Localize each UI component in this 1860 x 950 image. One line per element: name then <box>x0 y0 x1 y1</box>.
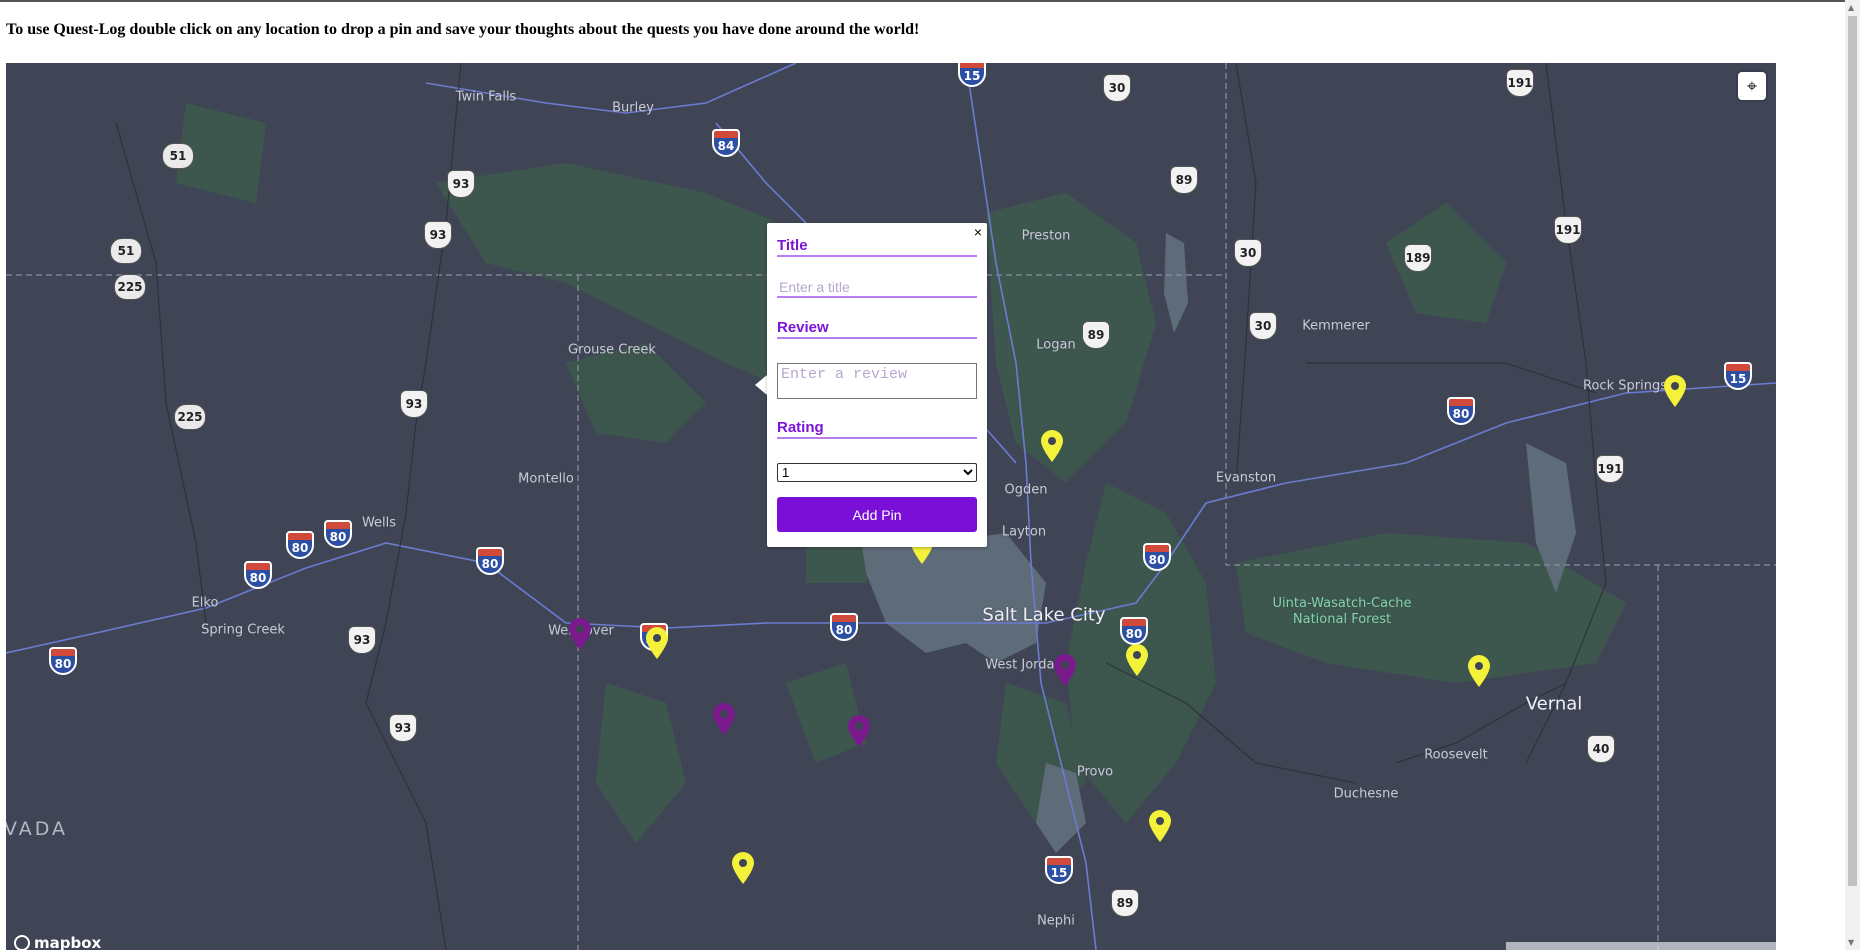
place-label: Provo <box>1076 764 1114 780</box>
place-label: Duchesne <box>1333 786 1399 802</box>
page-scrollbar[interactable]: ▲ ▼ <box>1845 0 1860 950</box>
place-label: Rock Springs <box>1583 378 1667 394</box>
review-label: Review <box>777 319 977 339</box>
us-route-shield: 40 <box>1587 735 1615 763</box>
map-pin-purple[interactable] <box>1052 653 1078 687</box>
rating-label: Rating <box>777 419 977 439</box>
map-pin-yellow[interactable] <box>644 626 670 660</box>
us-route-shield: 89 <box>1082 321 1110 349</box>
map-pin-yellow[interactable] <box>1147 809 1173 843</box>
review-textarea[interactable] <box>777 363 977 399</box>
us-route-shield: 189 <box>1404 244 1432 272</box>
us-route-shield: 93 <box>447 170 475 198</box>
interstate-shield: 80 <box>324 520 352 548</box>
us-route-shield: 89 <box>1111 889 1139 917</box>
us-route-shield: 30 <box>1234 239 1262 267</box>
add-pin-popup: × Title Review Rating 1 2 3 4 5 Add Pin <box>767 223 987 547</box>
place-label: Kemmerer <box>1302 318 1370 334</box>
place-label: Grouse Creek <box>568 342 656 358</box>
rating-select[interactable]: 1 2 3 4 5 <box>777 463 977 482</box>
place-label: Montello <box>518 471 574 487</box>
place-label: Layton <box>1001 524 1047 540</box>
us-route-shield: 93 <box>389 714 417 742</box>
crosshair-icon: ⌖ <box>1746 75 1758 97</box>
state-route-shield: 225 <box>114 274 146 300</box>
map-pin-yellow[interactable] <box>1466 654 1492 688</box>
place-label: Wells <box>361 515 397 531</box>
interstate-shield: 80 <box>244 561 272 589</box>
interstate-shield: 15 <box>1045 856 1073 884</box>
geolocate-button[interactable]: ⌖ <box>1738 72 1766 100</box>
scroll-down-icon[interactable]: ▼ <box>1848 938 1854 947</box>
instructions-text: To use Quest-Log double click on any loc… <box>6 21 920 38</box>
add-pin-button[interactable]: Add Pin <box>777 497 977 532</box>
interstate-shield: 80 <box>476 547 504 575</box>
map-pin-purple[interactable] <box>567 617 593 651</box>
interstate-shield: 80 <box>1120 617 1148 645</box>
mapbox-logo-text: mapbox <box>34 934 102 950</box>
interstate-shield: 15 <box>1724 362 1752 390</box>
place-label: Spring Creek <box>201 622 285 638</box>
interstate-shield: 80 <box>830 613 858 641</box>
place-label: Preston <box>1021 228 1071 244</box>
state-route-shield: 51 <box>162 143 194 169</box>
scroll-up-icon[interactable]: ▲ <box>1848 3 1854 12</box>
place-label: Burley <box>612 100 654 116</box>
us-route-shield: 93 <box>348 626 376 654</box>
place-label: Logan <box>1036 337 1076 353</box>
place-label: Elko <box>191 595 219 611</box>
us-route-shield: 191 <box>1554 216 1582 244</box>
mapbox-logo[interactable]: mapbox <box>14 934 101 950</box>
map-pin-yellow[interactable] <box>1662 374 1688 408</box>
top-rule <box>0 0 1860 2</box>
place-label: Salt Lake City <box>982 604 1106 626</box>
forest-label: Uinta-Wasatch-Cache National Forest <box>1272 596 1412 627</box>
place-label: Vernal <box>1525 693 1583 715</box>
map-pin-yellow[interactable] <box>730 851 756 885</box>
map-pin-yellow[interactable] <box>1124 643 1150 677</box>
map-attribution[interactable] <box>1506 942 1776 950</box>
state-route-shield: 225 <box>174 404 206 430</box>
us-route-shield: 30 <box>1249 312 1277 340</box>
us-route-shield: 191 <box>1506 69 1534 97</box>
interstate-shield: 80 <box>1143 543 1171 571</box>
interstate-shield: 84 <box>712 129 740 157</box>
state-route-shield: 51 <box>110 238 142 264</box>
title-input[interactable] <box>777 278 977 298</box>
map-pin-purple[interactable] <box>711 702 737 736</box>
us-route-shield: 93 <box>400 390 428 418</box>
title-label: Title <box>777 237 977 257</box>
us-route-shield: 191 <box>1596 455 1624 483</box>
interstate-shield: 80 <box>1447 397 1475 425</box>
place-label: Nephi <box>1037 913 1075 929</box>
place-label: Twin Falls <box>455 89 517 105</box>
us-route-shield: 89 <box>1170 166 1198 194</box>
state-label: VADA <box>6 818 69 840</box>
map-pin-purple[interactable] <box>846 714 872 748</box>
place-label: Evanston <box>1215 470 1277 486</box>
interstate-shield: 80 <box>286 531 314 559</box>
place-label: Ogden <box>1004 482 1048 498</box>
scrollbar-thumb[interactable] <box>1848 16 1857 886</box>
us-route-shield: 93 <box>424 221 452 249</box>
mapbox-logo-icon <box>14 935 30 950</box>
map-pin-yellow[interactable] <box>1039 429 1065 463</box>
place-label: Roosevelt <box>1424 747 1488 763</box>
us-route-shield: 30 <box>1103 74 1131 102</box>
interstate-shield: 80 <box>49 647 77 675</box>
popup-tip <box>755 375 767 395</box>
